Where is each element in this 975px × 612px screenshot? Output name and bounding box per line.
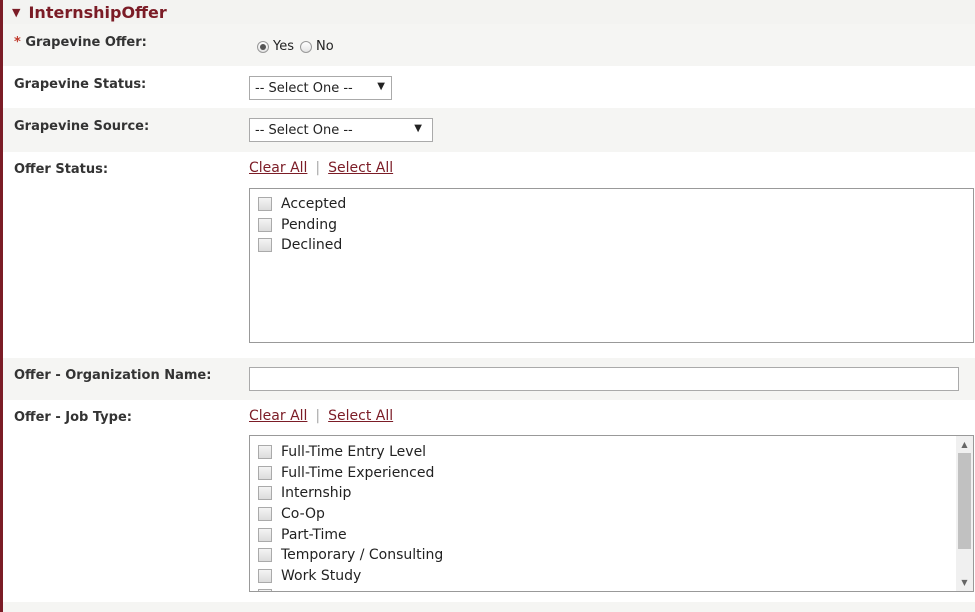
offer-status-option[interactable]: Accepted [250,194,973,215]
checkbox[interactable] [258,486,272,501]
option-label: Temporary / Consulting [281,547,444,564]
option-label: Part-Time [281,526,347,543]
grapevine-source-label: Grapevine Source: [14,119,150,134]
checkbox[interactable] [258,527,272,542]
next-row-shade [3,602,975,612]
radio-no-label[interactable]: No [316,39,334,54]
radio-yes[interactable] [257,40,269,53]
listbox-scrollbar[interactable]: ▲ ▼ [956,436,973,591]
offer-status-links: Clear All | Select All [249,160,393,176]
offer-status-option[interactable]: Declined [250,235,973,256]
offer-status-clear-all-link[interactable]: Clear All [249,160,307,176]
section-title: InternshipOffer [28,2,167,22]
checkbox[interactable] [258,238,272,253]
grapevine-offer-radio-group: Yes No [257,39,334,54]
grapevine-status-row: Grapevine Status: -- Select One -- ▼ [3,66,975,108]
chevron-down-icon: ▼ [377,81,385,92]
radio-no[interactable] [300,40,312,53]
collapse-triangle-icon[interactable]: ▼ [12,6,20,19]
job-type-listbox[interactable]: Full-Time Entry Level Full-Time Experien… [249,435,974,592]
checkbox[interactable] [258,507,272,522]
grapevine-status-value: -- Select One -- [255,80,353,96]
job-type-option[interactable]: Internship [250,483,973,504]
option-label: Accepted [281,196,347,213]
option-label: Declined [281,237,343,254]
org-name-row: Offer - Organization Name: [3,358,975,400]
link-separator: | [315,408,321,424]
option-label: Full-Time Experienced [281,464,435,481]
org-name-label: Offer - Organization Name: [14,368,212,383]
checkbox[interactable] [258,465,272,480]
job-type-option[interactable] [250,586,973,591]
job-type-row: Offer - Job Type: Clear All | Select All F… [3,400,975,602]
job-type-clear-all-link[interactable]: Clear All [249,408,307,424]
option-label: Co-Op [281,506,325,523]
grapevine-offer-label: * Grapevine Offer: [14,35,147,50]
scrollbar-thumb[interactable] [958,453,971,549]
option-label: Internship [281,485,352,502]
chevron-down-icon: ▼ [414,123,422,134]
offer-status-label: Offer Status: [14,162,109,177]
radio-yes-label[interactable]: Yes [273,39,294,54]
scroll-up-arrow-icon[interactable]: ▲ [956,436,973,453]
grapevine-status-label: Grapevine Status: [14,77,147,92]
checkbox[interactable] [258,589,272,591]
job-type-links: Clear All | Select All [249,408,393,424]
option-label: Work Study [281,567,362,584]
offer-status-row: Offer Status: Clear All | Select All Accep… [3,152,975,358]
checkbox[interactable] [258,217,272,232]
link-separator: | [315,160,321,176]
job-type-option[interactable]: Temporary / Consulting [250,545,973,566]
checkbox[interactable] [258,548,272,563]
grapevine-source-row: Grapevine Source: -- Select One -- ▼ [3,108,975,152]
option-label: Pending [281,216,337,233]
offer-status-option[interactable]: Pending [250,215,973,236]
grapevine-status-select[interactable]: -- Select One -- ▼ [249,76,392,100]
section-header[interactable]: ▼ InternshipOffer [3,0,975,24]
job-type-option[interactable]: Part-Time [250,524,973,545]
scroll-down-arrow-icon[interactable]: ▼ [956,574,973,591]
offer-status-select-all-link[interactable]: Select All [328,160,393,176]
job-type-select-all-link[interactable]: Select All [328,408,393,424]
job-type-option[interactable]: Co-Op [250,504,973,525]
grapevine-offer-label-text: Grapevine Offer: [25,35,147,50]
job-type-option[interactable]: Work Study [250,566,973,587]
grapevine-source-select[interactable]: -- Select One -- ▼ [249,118,433,142]
grapevine-offer-row: * Grapevine Offer: Yes No [3,24,975,66]
checkbox[interactable] [258,568,272,583]
job-type-label: Offer - Job Type: [14,410,132,425]
org-name-input[interactable] [249,367,959,391]
checkbox[interactable] [258,445,272,460]
option-label: Full-Time Entry Level [281,444,427,461]
job-type-option[interactable]: Full-Time Entry Level [250,442,973,463]
job-type-option[interactable]: Full-Time Experienced [250,463,973,484]
offer-status-listbox[interactable]: Accepted Pending Declined [249,188,974,343]
required-asterisk: * [14,35,26,50]
grapevine-source-value: -- Select One -- [255,122,353,138]
checkbox[interactable] [258,197,272,212]
